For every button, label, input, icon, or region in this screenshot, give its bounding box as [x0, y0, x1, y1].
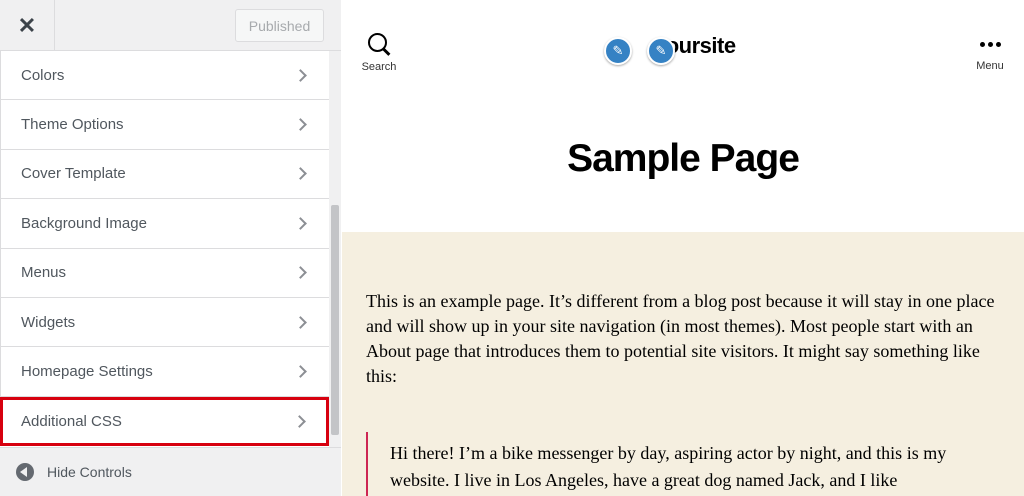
scrollbar-thumb[interactable]: [331, 205, 339, 435]
hide-controls-button[interactable]: Hide Controls: [0, 447, 341, 496]
more-dots-icon: [970, 38, 1010, 50]
sidebar-item-additional-css[interactable]: Additional CSS: [0, 396, 329, 447]
sidebar-item-label: Cover Template: [21, 165, 126, 183]
hide-controls-label: Hide Controls: [47, 464, 132, 480]
sidebar-item-label: Colors: [21, 66, 65, 84]
sidebar-item-cover-template[interactable]: Cover Template: [0, 149, 329, 200]
sidebar-item-homepage-settings[interactable]: Homepage Settings: [0, 347, 329, 397]
pencil-icon: ✎: [655, 43, 667, 58]
chevron-right-icon: [294, 118, 307, 131]
close-customizer-button[interactable]: ✕: [0, 0, 55, 51]
sidebar-item-label: Menus: [21, 264, 67, 282]
chevron-right-icon: [293, 415, 306, 428]
sidebar-item-label: Additional CSS: [21, 412, 122, 430]
sidebar-scrollbar[interactable]: [329, 51, 341, 447]
chevron-right-icon: [294, 216, 307, 230]
sidebar-item-label: Background Image: [21, 214, 147, 232]
chevron-right-icon: [294, 68, 307, 82]
search-label: Search: [361, 61, 397, 73]
search-icon: [368, 33, 390, 55]
sidebar-item-menus[interactable]: Menus: [0, 248, 329, 298]
page-title: Sample Page: [567, 137, 800, 180]
content-blockquote: Hi there! I’m a bike messenger by day, a…: [366, 432, 1002, 496]
published-button[interactable]: Published: [235, 9, 324, 42]
customizer-sidebar: ✕ Published Colors Theme Options Cover T…: [0, 0, 341, 496]
sidebar-item-label: Theme Options: [21, 116, 124, 134]
chevron-right-icon: [294, 167, 307, 181]
sidebar-item-background-image[interactable]: Background Image: [0, 199, 329, 249]
sidebar-item-theme-options[interactable]: Theme Options: [0, 100, 329, 150]
sidebar-item-colors[interactable]: Colors: [0, 51, 329, 101]
content-paragraph: This is an example page. It’s different …: [366, 291, 995, 386]
sidebar-item-widgets[interactable]: Widgets: [0, 297, 329, 348]
customizer-menu-list: Colors Theme Options Cover Template Back…: [0, 51, 329, 447]
arrow-left-circle-icon: [16, 463, 34, 481]
edit-shortcut-button[interactable]: ✎: [647, 37, 675, 65]
close-icon: ✕: [17, 12, 37, 38]
menu-toggle[interactable]: Menu: [970, 38, 1010, 72]
chevron-right-icon: [294, 315, 307, 329]
sidebar-item-label: Widgets: [21, 313, 76, 331]
sidebar-header: ✕ Published: [0, 0, 341, 51]
menu-label: Menu: [976, 60, 1004, 72]
chevron-right-icon: [294, 266, 307, 280]
pencil-icon: ✎: [612, 43, 624, 58]
edit-shortcut-button[interactable]: ✎: [604, 37, 632, 65]
search-toggle[interactable]: Search: [358, 33, 400, 73]
site-preview: Search yoursite ✎ ✎ Menu Sample Page Thi…: [342, 0, 1024, 496]
chevron-right-icon: [294, 365, 307, 378]
sidebar-item-label: Homepage Settings: [21, 363, 153, 381]
